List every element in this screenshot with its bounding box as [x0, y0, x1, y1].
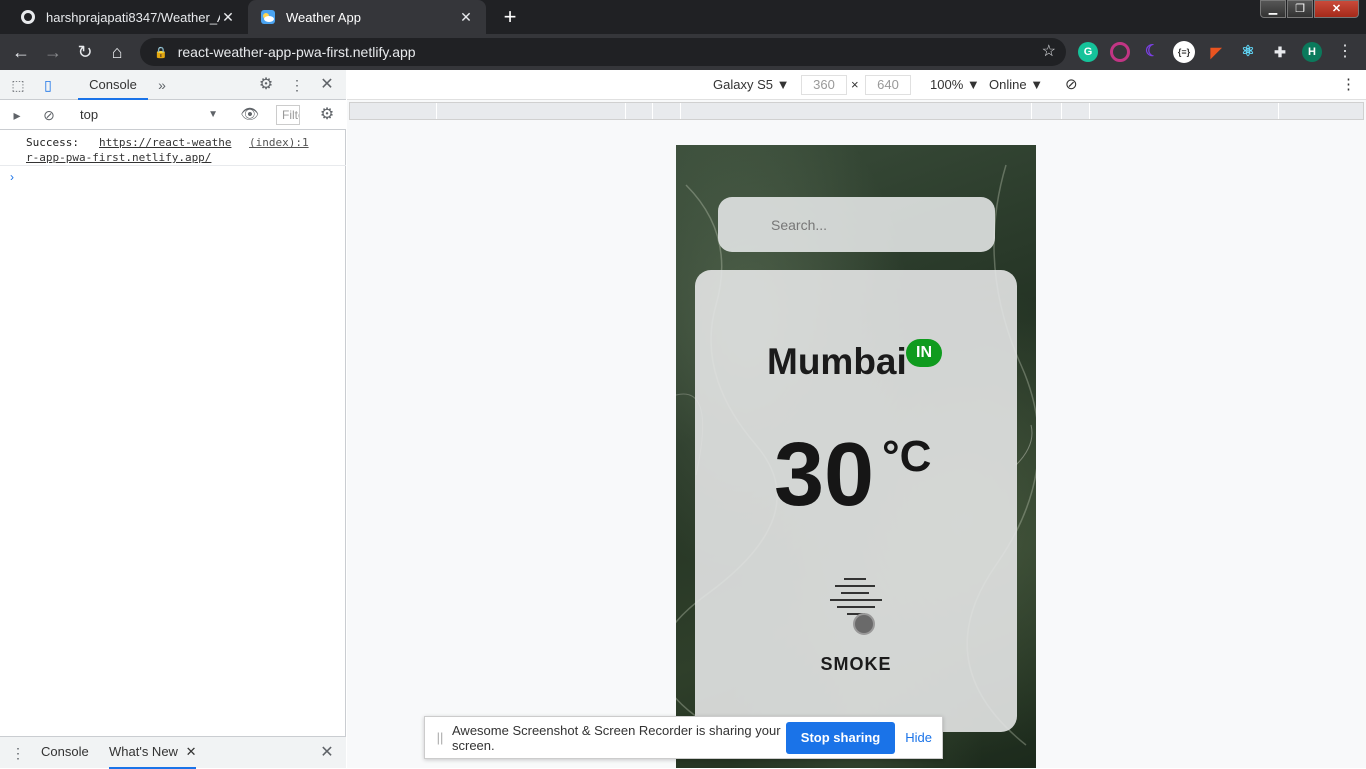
dark-reader-icon[interactable]: ☾ [1142, 42, 1162, 62]
device-toggle-icon[interactable]: ▯ [38, 75, 58, 95]
drawer-tab-console[interactable]: Console [41, 737, 89, 769]
log-label: Success: [26, 136, 79, 149]
devtools-menu-icon[interactable]: ⋮ [287, 75, 307, 95]
json-viewer-icon[interactable]: {≡} [1173, 41, 1195, 63]
address-bar[interactable]: 🔒 react-weather-app-pwa-first.netlify.ap… [140, 38, 1066, 66]
device-toolbar-menu-icon[interactable]: ⋮ [1341, 70, 1356, 100]
city-name: Mumbai [767, 341, 907, 382]
close-tab-icon[interactable]: ✕ [220, 9, 236, 26]
drawer-tab-label: What's New [109, 744, 178, 759]
extensions-puzzle-icon[interactable]: ✚ [1270, 42, 1290, 62]
browser-tab-github[interactable]: harshprajapati8347/Weather_App ✕ [8, 0, 248, 34]
new-tab-button[interactable]: + [497, 4, 523, 30]
console-prompt[interactable]: › [10, 170, 14, 184]
console-toolbar: ▸ ⊘ top ▼ 👁 Filter ⚙ [0, 100, 346, 130]
browser-tab-strip: harshprajapati8347/Weather_App ✕ Weather… [0, 0, 1366, 34]
browser-tab-weather-app[interactable]: Weather App ✕ [248, 0, 486, 34]
devtools-panel: ⬚ ▯ Console » ⚙ ⋮ ✕ ▸ ⊘ top ▼ 👁 Filter ⚙… [0, 70, 346, 769]
live-expression-eye-icon[interactable]: 👁 [240, 105, 260, 125]
country-badge: IN [906, 339, 942, 367]
console-settings-gear-icon[interactable]: ⚙ [317, 105, 337, 125]
devtools-tabbar: ⬚ ▯ Console » ⚙ ⋮ ✕ [0, 70, 346, 100]
close-tab-icon[interactable]: ✕ [458, 9, 474, 26]
inspect-element-icon[interactable]: ⬚ [8, 75, 28, 95]
zoom-selector[interactable]: 100% ▼ [930, 70, 980, 100]
screen-recorder-icon[interactable]: ◤ [1206, 42, 1226, 62]
network-throttle-selector[interactable]: Online ▼ [989, 70, 1043, 100]
zoom-value: 100% [930, 77, 964, 92]
drag-handle-icon[interactable]: || [430, 730, 450, 745]
hide-button[interactable]: Hide [905, 730, 932, 745]
weather-card: Mumbai IN 30 °C SMOKE [695, 270, 1017, 732]
context-selector[interactable]: top ▼ [72, 105, 222, 125]
height-field[interactable]: 640 [865, 75, 911, 95]
smoke-weather-icon [830, 578, 882, 635]
browser-menu-icon[interactable]: ⋮ [1333, 40, 1357, 64]
tab-title: Weather App [286, 9, 361, 25]
weather-app-icon [260, 9, 276, 25]
temperature-unit: °C [882, 432, 932, 481]
window-close-button[interactable]: ✕ [1314, 0, 1359, 18]
log-url-link[interactable]: https://react-weathe [99, 136, 231, 149]
window-restore-button[interactable]: ❐ [1287, 0, 1313, 18]
log-url-link-continued[interactable]: r-app-pwa-first.netlify.app/ [26, 151, 211, 164]
device-name: Galaxy S5 [713, 77, 773, 92]
show-sidebar-icon[interactable]: ▸ [7, 105, 27, 125]
weather-app-screen: Search... Mumbai IN 30 °C SMOKE [676, 145, 1036, 768]
search-placeholder: Search... [771, 216, 828, 233]
instagram-icon[interactable] [1110, 42, 1130, 62]
reload-icon[interactable]: ↻ [73, 40, 97, 64]
filter-input[interactable]: Filter [276, 105, 300, 125]
forward-arrow-icon[interactable]: → [41, 40, 65, 64]
clear-console-icon[interactable]: ⊘ [39, 105, 59, 125]
tab-console[interactable]: Console [78, 70, 148, 100]
close-devtools-icon[interactable]: ✕ [317, 75, 337, 95]
log-source-link[interactable]: (index):1 [249, 136, 309, 149]
window-minimize-button[interactable]: ▁ [1260, 0, 1286, 18]
dimension-separator: × [851, 77, 859, 92]
lock-icon: 🔒 [154, 46, 168, 59]
sharing-message: Awesome Screenshot & Screen Recorder is … [452, 722, 781, 753]
bookmark-star-icon[interactable]: ☆ [1042, 41, 1056, 61]
react-devtools-icon[interactable]: ⚛ [1238, 42, 1258, 62]
context-value: top [80, 107, 99, 122]
weather-condition: SMOKE [820, 654, 892, 674]
grammarly-icon[interactable]: G [1078, 42, 1098, 62]
network-value: Online [989, 77, 1027, 92]
console-message: Success: https://react-weathe r-app-pwa-… [0, 132, 346, 166]
drawer-menu-icon[interactable]: ⋮ [8, 743, 28, 763]
browser-toolbar: ← → ↻ ⌂ 🔒 react-weather-app-pwa-first.ne… [0, 34, 1366, 70]
temperature-value: 30 [774, 425, 875, 525]
devtools-drawer: ⋮ Console What's New ✕ ✕ [0, 736, 346, 769]
search-input[interactable]: Search... [718, 197, 995, 252]
media-query-ruler[interactable] [349, 102, 1364, 120]
drawer-tab-whats-new[interactable]: What's New ✕ [109, 737, 197, 769]
settings-gear-icon[interactable]: ⚙ [256, 75, 276, 95]
device-selector[interactable]: Galaxy S5 ▼ [713, 70, 789, 100]
close-drawer-tab-icon[interactable]: ✕ [186, 744, 197, 759]
back-arrow-icon[interactable]: ← [9, 40, 33, 64]
home-icon[interactable]: ⌂ [105, 40, 129, 64]
stop-sharing-button[interactable]: Stop sharing [785, 721, 896, 754]
device-viewport: Galaxy S5 ▼ 360 × 640 100% ▼ Online ▼ ⊘ … [347, 70, 1366, 768]
github-icon [20, 9, 36, 25]
device-toolbar: Galaxy S5 ▼ 360 × 640 100% ▼ Online ▼ ⊘ … [347, 70, 1366, 100]
tab-title: harshprajapati8347/Weather_App [46, 9, 220, 25]
more-tabs-icon[interactable]: » [152, 75, 172, 95]
rotate-icon[interactable]: ⊘ [1065, 70, 1078, 100]
screen-sharing-bar: || Awesome Screenshot & Screen Recorder … [424, 716, 943, 759]
close-drawer-icon[interactable]: ✕ [317, 743, 337, 763]
width-field[interactable]: 360 [801, 75, 847, 95]
chevron-down-icon: ▼ [208, 109, 218, 120]
profile-avatar[interactable]: H [1302, 42, 1322, 62]
address-url: react-weather-app-pwa-first.netlify.app [177, 44, 416, 60]
